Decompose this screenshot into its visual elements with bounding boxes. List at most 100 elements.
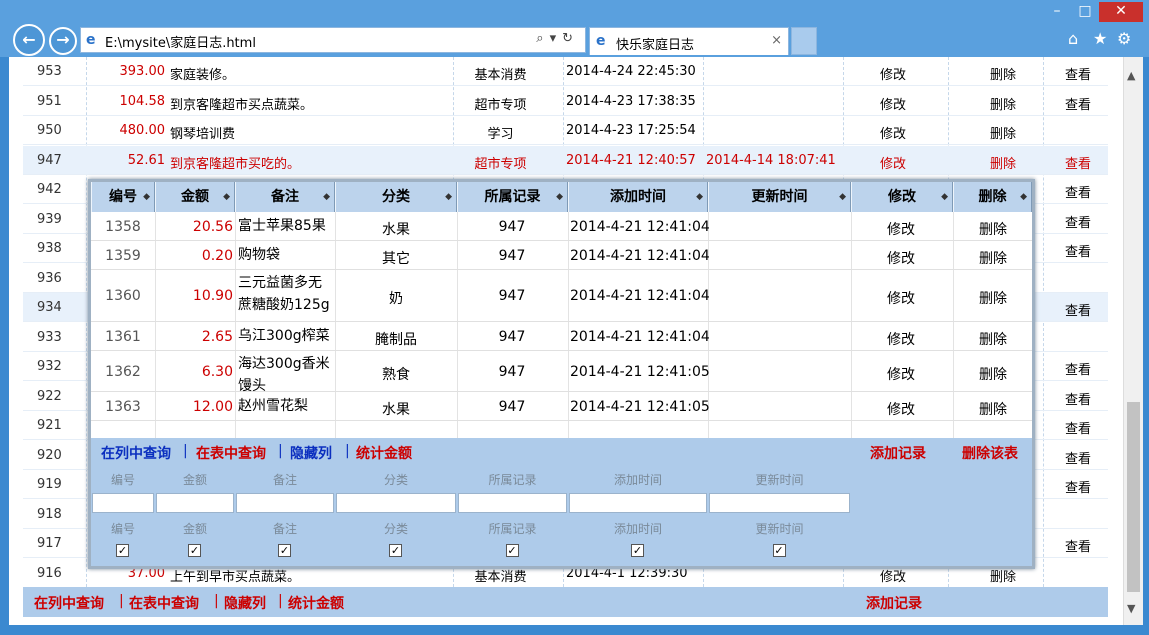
cell-id: 916 [37, 565, 62, 581]
column-visible-checkbox[interactable]: ✓ [188, 544, 201, 557]
header-category[interactable]: 分类 ◆ [335, 182, 457, 212]
vertical-scrollbar[interactable]: ▲ ▼ [1123, 57, 1143, 625]
header-id[interactable]: 编号 ◆ [91, 182, 155, 212]
sort-icon[interactable]: ◆ [1020, 182, 1027, 212]
cell-view[interactable]: 查看 [1053, 153, 1103, 172]
filter-label: 分类 [383, 473, 408, 487]
cell-view[interactable]: 查看 [1053, 182, 1103, 201]
cell-delete[interactable]: 删除 [973, 123, 1033, 142]
filter-input[interactable] [569, 493, 707, 513]
cell-delete[interactable]: 删除 [953, 288, 1033, 308]
cell-delete[interactable]: 删除 [973, 64, 1033, 83]
cell-delete[interactable]: 删除 [973, 94, 1033, 113]
cell-view[interactable]: 查看 [1053, 536, 1103, 555]
cell-delete[interactable]: 删除 [953, 329, 1033, 349]
header-note[interactable]: 备注 ◆ [235, 182, 335, 212]
sort-icon[interactable]: ◆ [445, 182, 452, 212]
home-icon[interactable]: ⌂ [1068, 29, 1078, 48]
cell-view[interactable]: 查看 [1053, 477, 1103, 496]
chevron-down-icon[interactable]: ▾ [550, 31, 563, 46]
sort-icon[interactable]: ◆ [323, 182, 330, 212]
chevron-down-icon[interactable]: ▼ [1127, 602, 1135, 615]
gear-icon[interactable]: ⚙ [1117, 29, 1131, 48]
header-edit[interactable]: 修改 ◆ [851, 182, 953, 212]
cell-id: 919 [37, 477, 62, 492]
cell-category: 腌制品 [375, 331, 417, 348]
cell-edit[interactable]: 修改 [863, 153, 923, 172]
delete-table-button[interactable]: 删除该表 [962, 443, 1018, 463]
search-icon[interactable]: ⌕ [536, 31, 549, 46]
filter-input[interactable] [92, 493, 154, 513]
cell-delete[interactable]: 删除 [953, 399, 1033, 419]
address-url[interactable]: E:\mysite\家庭日志.html [105, 32, 256, 51]
forward-button[interactable]: → [49, 27, 77, 55]
favorites-star-icon[interactable]: ★ [1093, 29, 1107, 48]
column-visible-checkbox[interactable]: ✓ [389, 544, 402, 557]
cell-view[interactable]: 查看 [1053, 241, 1103, 260]
header-added[interactable]: 添加时间 ◆ [568, 182, 708, 212]
address-bar[interactable]: e E:\mysite\家庭日志.html ⌕▾↻ [80, 27, 586, 53]
column-visible-checkbox[interactable]: ✓ [505, 544, 519, 557]
cell-delete[interactable]: 删除 [973, 153, 1033, 172]
sort-icon[interactable]: ◆ [223, 182, 230, 212]
cell-edit[interactable]: 修改 [851, 288, 951, 308]
cell-view[interactable]: 查看 [1053, 94, 1103, 113]
close-tab-icon[interactable]: × [771, 33, 782, 48]
query-table-button[interactable]: 在表中查询 [196, 443, 266, 463]
cell-edit[interactable]: 修改 [851, 399, 951, 419]
cell-edit[interactable]: 修改 [851, 329, 951, 349]
column-visible-checkbox[interactable]: ✓ [116, 544, 129, 557]
header-updated[interactable]: 更新时间 ◆ [708, 182, 851, 212]
column-visible-checkbox[interactable]: ✓ [631, 544, 644, 557]
cell-edit[interactable]: 修改 [851, 219, 951, 239]
header-amount[interactable]: 金额 ◆ [155, 182, 235, 212]
cell-view[interactable]: 查看 [1053, 212, 1103, 231]
filter-input[interactable] [156, 493, 234, 513]
cell-view[interactable]: 查看 [1053, 418, 1103, 437]
stat-amount-button[interactable]: 统计金额 [356, 443, 412, 463]
column-visible-checkbox[interactable]: ✓ [278, 544, 291, 557]
cell-edit[interactable]: 修改 [863, 94, 923, 113]
chevron-up-icon[interactable]: ▲ [1127, 69, 1135, 82]
sort-icon[interactable]: ◆ [941, 182, 948, 212]
sort-icon[interactable]: ◆ [696, 182, 703, 212]
hide-column-button[interactable]: 隐藏列 [224, 593, 266, 613]
query-column-button[interactable]: 在列中查询 [34, 593, 104, 613]
cell-edit[interactable]: 修改 [851, 364, 951, 384]
refresh-icon[interactable]: ↻ [562, 31, 579, 46]
cell-view[interactable]: 查看 [1053, 389, 1103, 408]
filter-input[interactable] [336, 493, 456, 513]
cell-view[interactable]: 查看 [1053, 359, 1103, 378]
sort-icon[interactable]: ◆ [143, 182, 150, 212]
filter-input[interactable] [236, 493, 334, 513]
back-button[interactable]: ← [13, 24, 45, 56]
header-delete[interactable]: 删除 ◆ [953, 182, 1032, 212]
cell-view[interactable]: 查看 [1053, 300, 1103, 319]
query-table-button[interactable]: 在表中查询 [129, 593, 199, 613]
maximize-button[interactable]: □ [1071, 2, 1099, 22]
tab-active[interactable]: e 快乐家庭日志 × [589, 27, 789, 55]
query-column-button[interactable]: 在列中查询 [101, 443, 171, 463]
sort-icon[interactable]: ◆ [556, 182, 563, 212]
header-record[interactable]: 所属记录 ◆ [457, 182, 568, 212]
cell-view[interactable]: 查看 [1053, 64, 1103, 83]
sort-icon[interactable]: ◆ [839, 182, 846, 212]
cell-delete[interactable]: 删除 [953, 364, 1033, 384]
filter-input[interactable] [709, 493, 850, 513]
new-tab-button[interactable] [791, 27, 817, 55]
cell-delete[interactable]: 删除 [953, 248, 1033, 268]
cell-edit[interactable]: 修改 [863, 64, 923, 83]
cell-view[interactable]: 查看 [1053, 448, 1103, 467]
hide-column-button[interactable]: 隐藏列 [290, 443, 332, 463]
minimize-button[interactable]: – [1043, 2, 1071, 22]
cell-edit[interactable]: 修改 [851, 248, 951, 268]
add-record-button[interactable]: 添加记录 [870, 443, 926, 463]
scrollbar-thumb[interactable] [1127, 402, 1140, 592]
cell-delete[interactable]: 删除 [953, 219, 1033, 239]
cell-edit[interactable]: 修改 [863, 123, 923, 142]
add-record-button[interactable]: 添加记录 [866, 593, 922, 613]
close-window-button[interactable]: ✕ [1099, 2, 1143, 22]
stat-amount-button[interactable]: 统计金额 [288, 593, 344, 613]
column-visible-checkbox[interactable]: ✓ [772, 544, 786, 557]
filter-input[interactable] [458, 493, 567, 513]
